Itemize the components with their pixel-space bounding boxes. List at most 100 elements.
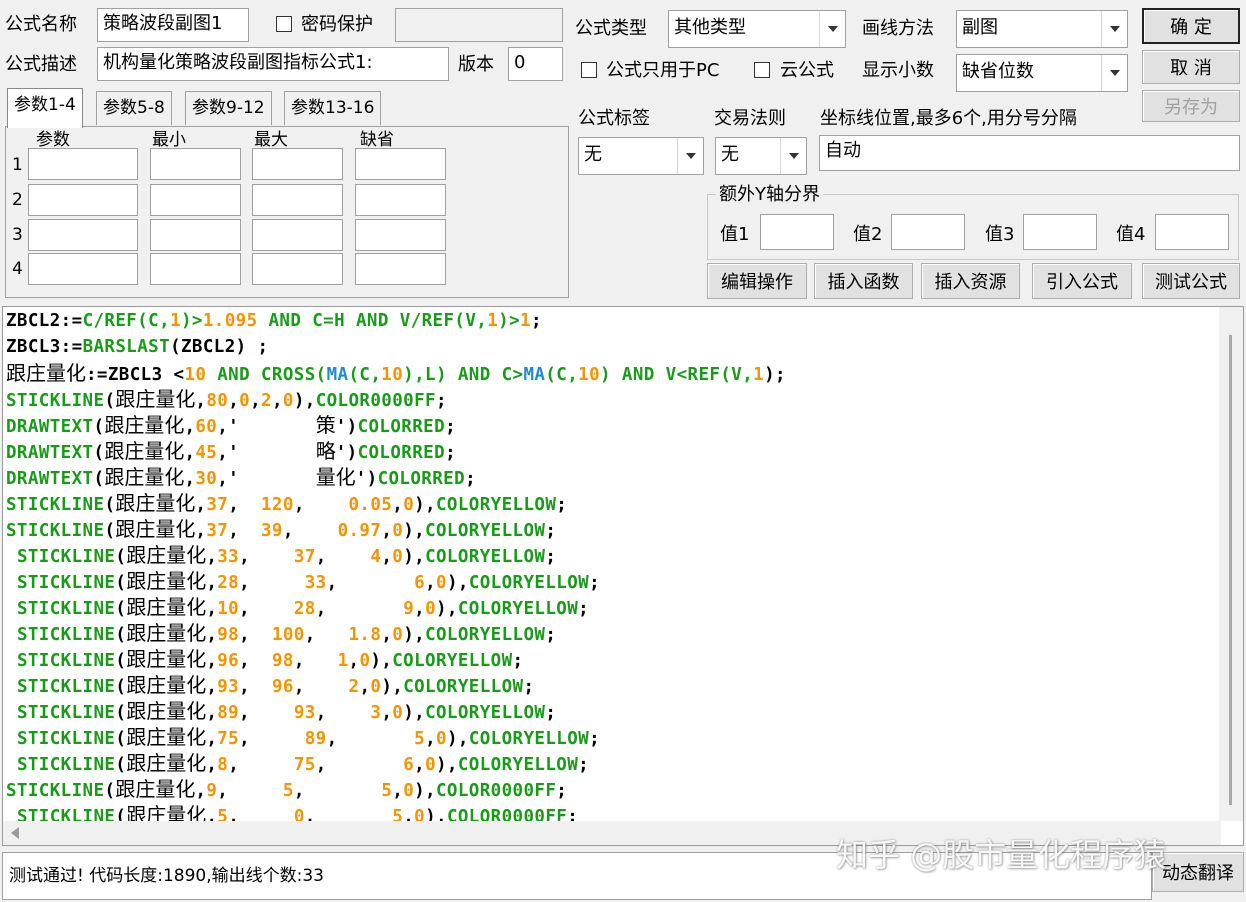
code-line: STICKLINE(跟庄量化,89, 93, 3,0),COLORYELLOW; xyxy=(16,699,557,723)
chevron-down-icon[interactable] xyxy=(1101,11,1127,47)
param-max-input[interactable] xyxy=(252,219,343,251)
chevron-down-icon[interactable] xyxy=(780,138,806,174)
yaxis-val4-input[interactable] xyxy=(1155,214,1229,250)
tab-params-5-8[interactable]: 参数5-8 xyxy=(96,91,172,125)
tab-params-9-12[interactable]: 参数9-12 xyxy=(185,91,272,125)
param-row-number: 4 xyxy=(12,259,23,279)
formula-type-value: 其他类型 xyxy=(674,17,746,38)
edit-ops-button[interactable]: 编辑操作 xyxy=(707,263,807,299)
code-line: STICKLINE(跟庄量化,75, 89, 5,0),COLORYELLOW; xyxy=(16,725,601,749)
password-label: 密码保护 xyxy=(301,14,373,35)
code-line: ZBCL3:=BARSLAST(ZBCL2) ; xyxy=(6,337,269,357)
trade-rule-value: 无 xyxy=(721,144,739,165)
param-name-input[interactable] xyxy=(28,148,138,180)
code-line: STICKLINE(跟庄量化,93, 96, 2,0),COLORYELLOW; xyxy=(16,673,535,697)
param-max-input[interactable] xyxy=(252,148,343,180)
pc-only-label: 公式只用于PC xyxy=(606,60,720,81)
password-checkbox[interactable] xyxy=(276,16,292,32)
param-default-input[interactable] xyxy=(355,253,446,285)
code-line: DRAWTEXT(跟庄量化,60,' 策')COLORRED; xyxy=(6,413,456,437)
insert-function-button[interactable]: 插入函数 xyxy=(814,263,913,299)
formula-tag-select[interactable]: 无 xyxy=(578,137,704,175)
draw-method-select[interactable]: 副图 xyxy=(956,10,1128,48)
cancel-button[interactable]: 取 消 xyxy=(1142,50,1240,84)
formula-tag-label: 公式标签 xyxy=(578,108,650,129)
password-input[interactable] xyxy=(395,8,563,42)
coord-line-input[interactable]: 自动 xyxy=(819,135,1240,171)
code-line: STICKLINE(跟庄量化,96, 98, 1,0),COLORYELLOW; xyxy=(16,647,524,671)
save-as-button[interactable]: 另存为 xyxy=(1142,90,1240,122)
param-min-input[interactable] xyxy=(150,219,241,251)
test-formula-button[interactable]: 测试公式 xyxy=(1142,263,1240,299)
formula-type-select[interactable]: 其他类型 xyxy=(668,10,846,48)
cloud-checkbox[interactable] xyxy=(754,62,770,78)
param-min-input[interactable] xyxy=(150,184,241,216)
scroll-left-icon[interactable] xyxy=(11,827,19,839)
param-row-number: 3 xyxy=(12,225,23,245)
param-max-input[interactable] xyxy=(252,253,343,285)
param-row-number: 1 xyxy=(12,155,23,175)
scrollbar-thumb[interactable] xyxy=(1229,335,1232,805)
vertical-scrollbar[interactable] xyxy=(1219,307,1243,821)
formula-desc-input[interactable]: 机构量化策略波段副图指标公式1: xyxy=(97,47,449,81)
code-line: STICKLINE(跟庄量化,28, 33, 6,0),COLORYELLOW; xyxy=(16,569,601,593)
code-line: 跟庄量化:=ZBCL3 <10 AND CROSS(MA(C,10),L) AN… xyxy=(6,361,786,385)
code-line: STICKLINE(跟庄量化,98, 100, 1.8,0),COLORYELL… xyxy=(16,621,557,645)
param-name-input[interactable] xyxy=(28,184,138,216)
formula-name-input[interactable]: 策略波段副图1 xyxy=(97,8,249,42)
decimals-select[interactable]: 缺省位数 xyxy=(956,54,1128,92)
code-line: ZBCL2:=C/REF(C,1)>1.095 AND C=H AND V/RE… xyxy=(6,311,542,331)
ok-button[interactable]: 确 定 xyxy=(1142,8,1240,44)
code-line: STICKLINE(跟庄量化,37, 120, 0.05,0),COLORYEL… xyxy=(6,491,568,515)
code-line: DRAWTEXT(跟庄量化,45,' 略')COLORRED; xyxy=(6,439,456,463)
trade-rule-label: 交易法则 xyxy=(714,108,786,129)
param-name-input[interactable] xyxy=(28,219,138,251)
yaxis-val2-input[interactable] xyxy=(891,214,965,250)
yaxis-val1-input[interactable] xyxy=(760,214,834,250)
cloud-label: 云公式 xyxy=(780,60,834,81)
formula-type-label: 公式类型 xyxy=(575,18,647,39)
formula-tag-value: 无 xyxy=(584,144,602,165)
tab-params-1-4[interactable]: 参数1-4 xyxy=(7,88,83,128)
trade-rule-select[interactable]: 无 xyxy=(715,137,807,175)
chevron-down-icon[interactable] xyxy=(1101,55,1127,91)
yaxis-val3-input[interactable] xyxy=(1023,214,1097,250)
param-header-max: 最大 xyxy=(254,130,288,150)
status-text: 测试通过! 代码长度:1890,输出线个数:33 xyxy=(9,866,324,886)
version-input[interactable]: 0 xyxy=(508,47,563,81)
code-line: DRAWTEXT(跟庄量化,30,' 量化')COLORRED; xyxy=(6,465,476,489)
extra-yaxis-label: 额外Y轴分界 xyxy=(716,184,823,206)
param-min-input[interactable] xyxy=(150,253,241,285)
watermark: 知乎 @股市量化程序猿 xyxy=(836,836,1167,874)
param-default-input[interactable] xyxy=(355,148,446,180)
code-line: STICKLINE(跟庄量化,9, 5, 5,0),COLOR0000FF; xyxy=(6,777,568,801)
decimals-value: 缺省位数 xyxy=(962,61,1034,82)
tab-params-13-16[interactable]: 参数13-16 xyxy=(284,91,382,125)
chevron-down-icon[interactable] xyxy=(819,11,845,47)
param-row-number: 2 xyxy=(12,190,23,210)
insert-resource-button[interactable]: 插入资源 xyxy=(921,263,1020,299)
import-formula-button[interactable]: 引入公式 xyxy=(1032,263,1132,299)
version-label: 版本 xyxy=(458,54,494,75)
param-header-name: 参数 xyxy=(36,130,70,150)
code-editor[interactable]: ZBCL2:=C/REF(C,1)>1.095 AND C=H AND V/RE… xyxy=(2,306,1244,846)
yaxis-val2-label: 值2 xyxy=(853,224,883,245)
yaxis-val1-label: 值1 xyxy=(720,224,750,245)
draw-method-label: 画线方法 xyxy=(862,18,934,39)
param-header-default: 缺省 xyxy=(360,130,394,150)
yaxis-val4-label: 值4 xyxy=(1116,224,1146,245)
formula-name-label: 公式名称 xyxy=(5,14,77,35)
formula-desc-label: 公式描述 xyxy=(5,54,77,75)
param-default-input[interactable] xyxy=(355,219,446,251)
param-min-input[interactable] xyxy=(150,148,241,180)
coord-line-label: 坐标线位置,最多6个,用分号分隔 xyxy=(820,108,1077,129)
yaxis-val3-label: 值3 xyxy=(985,224,1015,245)
param-default-input[interactable] xyxy=(355,184,446,216)
pc-only-checkbox[interactable] xyxy=(581,62,597,78)
param-name-input[interactable] xyxy=(28,253,138,285)
decimals-label: 显示小数 xyxy=(862,60,934,81)
chevron-down-icon[interactable] xyxy=(677,138,703,174)
param-max-input[interactable] xyxy=(252,184,343,216)
code-line: STICKLINE(跟庄量化,80,0,2,0),COLOR0000FF; xyxy=(6,387,447,411)
code-line: STICKLINE(跟庄量化,37, 39, 0.97,0),COLORYELL… xyxy=(6,517,557,541)
